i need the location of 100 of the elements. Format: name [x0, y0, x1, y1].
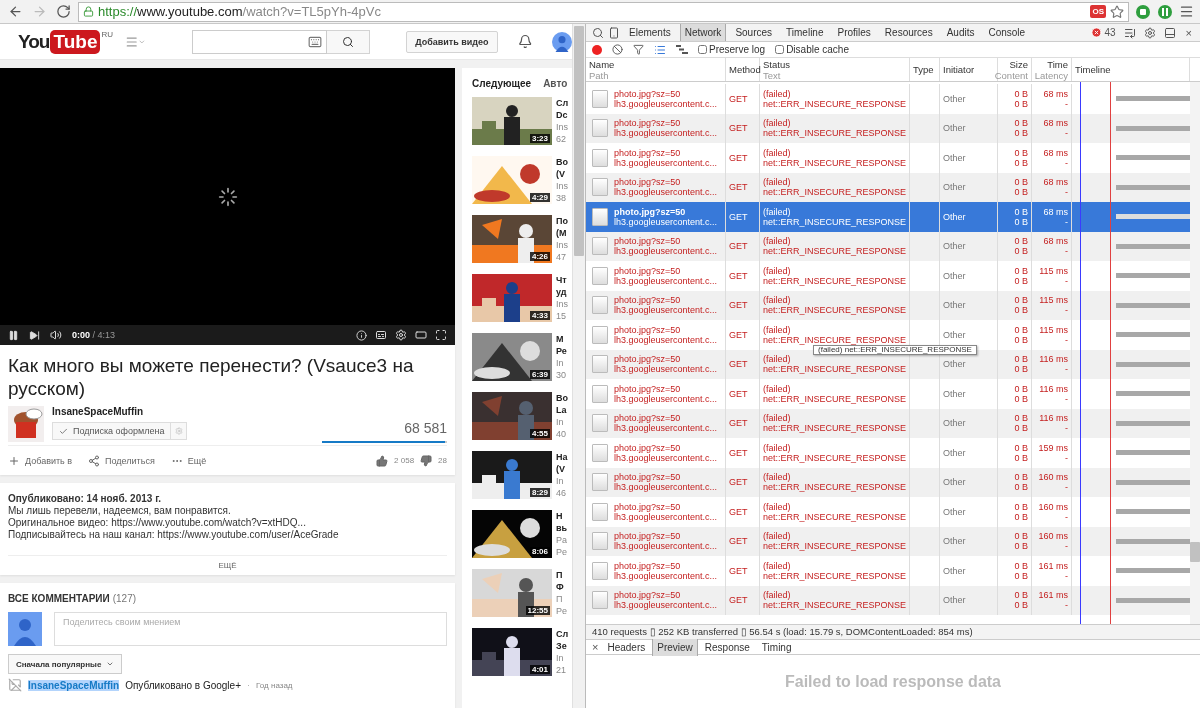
device-icon[interactable] — [608, 26, 620, 39]
subscribe-button[interactable]: Подписка оформлена — [52, 422, 172, 440]
request-row[interactable]: photo.jpg?sz=50 lh3.googleusercontent.c... GET (failed) net::ERR_INSECURE_RESPONSE Other 0 B 0 B 68 ms - — [586, 231, 1190, 261]
record-button[interactable] — [592, 44, 602, 55]
cell-text: lh3.googleusercontent.c... — [614, 393, 718, 404]
video-title[interactable]: По — [556, 215, 568, 227]
panel-icon[interactable] — [1163, 26, 1176, 39]
action-button[interactable]: Ещё — [170, 454, 207, 467]
video-title[interactable]: Dc — [556, 109, 569, 121]
star-icon[interactable] — [1110, 4, 1124, 19]
video-title[interactable]: На — [556, 451, 568, 463]
video-title[interactable]: Во — [556, 156, 568, 168]
video-title[interactable]: Сл — [556, 97, 569, 109]
request-row[interactable]: photo.jpg?sz=50 lh3.googleusercontent.c... GET (failed) net::ERR_INSECURE_RESPONSE Other 0 B 0 B 68 ms - — [586, 172, 1190, 202]
search-button[interactable] — [326, 29, 371, 54]
filter-icon[interactable] — [633, 44, 644, 55]
video-title[interactable]: Сл — [556, 628, 569, 640]
search-icon[interactable] — [592, 26, 604, 39]
request-row[interactable]: photo.jpg?sz=50 lh3.googleusercontent.c... GET (failed) net::ERR_INSECURE_RESPONSE Other 0 B 0 B 160 ms - — [586, 526, 1190, 556]
video-title[interactable]: (M — [556, 227, 568, 239]
video-title[interactable]: вь — [556, 522, 568, 534]
checkbox-label[interactable]: Disable cache — [775, 44, 849, 55]
scrollbar[interactable] — [572, 24, 585, 708]
list-icon[interactable] — [1123, 26, 1136, 39]
devtools-tab[interactable]: Network — [679, 24, 727, 41]
address-field[interactable]: https://www.youtube.com/watch?v=TL5pYh-4pVc OS — [78, 1, 1129, 22]
settings-icon[interactable] — [1143, 26, 1156, 39]
reload-icon[interactable] — [54, 2, 72, 21]
duration-badge: 4:29 — [530, 193, 550, 202]
thumbs-up-icon[interactable] — [376, 454, 389, 467]
action-button[interactable]: Поделиться — [88, 454, 155, 467]
devtools-tab[interactable]: Resources — [879, 24, 938, 41]
extension-icon[interactable] — [1157, 3, 1173, 20]
video-title[interactable]: Зе — [556, 640, 569, 652]
video-title[interactable]: М — [556, 333, 567, 345]
close-button[interactable]: × — [590, 641, 601, 653]
column-header[interactable]: Size — [1009, 58, 1028, 70]
thumbs-down-icon[interactable] — [420, 454, 433, 467]
detail-tab[interactable]: Headers — [602, 638, 651, 656]
list-view-button[interactable] — [654, 43, 666, 56]
volume-icon[interactable] — [50, 329, 62, 341]
scrollbar[interactable] — [1190, 82, 1200, 624]
column-header[interactable]: Status — [763, 58, 790, 70]
video-title[interactable]: (V — [556, 463, 568, 475]
sort-button[interactable]: Сначала популярные — [8, 654, 123, 674]
video-title[interactable]: Чт — [556, 274, 568, 286]
video-title[interactable]: Н — [556, 510, 568, 522]
keyboard-icon[interactable] — [307, 34, 322, 49]
column-header[interactable]: Name — [589, 58, 615, 70]
theater-icon[interactable] — [415, 329, 427, 341]
captions-icon[interactable] — [375, 329, 387, 341]
checkbox-label[interactable]: Preserve log — [698, 44, 766, 55]
request-row[interactable]: photo.jpg?sz=50 lh3.googleusercontent.c... GET (failed) net::ERR_INSECURE_RESPONSE Other 0 B 0 B 116 ms - — [586, 408, 1190, 438]
video-title[interactable]: Ф — [556, 581, 567, 593]
request-row[interactable]: photo.jpg?sz=50 lh3.googleusercontent.c... GET (failed) net::ERR_INSECURE_RESPONSE Other 0 B 0 B 160 ms - — [586, 467, 1190, 497]
devtools-tab[interactable]: Profiles — [832, 24, 876, 41]
comment-field[interactable]: Поделитесь своим мнением — [54, 612, 447, 646]
channel-name[interactable]: InsaneSpaceMuffin — [52, 406, 188, 417]
detail-tab[interactable]: Timing — [756, 638, 797, 656]
devtools-tab[interactable]: Timeline — [781, 24, 829, 41]
checkbox[interactable] — [698, 45, 707, 54]
column-header[interactable]: Initiator — [943, 64, 975, 75]
video-title[interactable]: П — [556, 569, 567, 581]
video-title[interactable]: Во — [556, 392, 568, 404]
table-cell: GET — [729, 447, 748, 458]
extension-icon[interactable] — [1135, 3, 1151, 20]
request-row[interactable]: photo.jpg?sz=50 lh3.googleusercontent.c... GET (failed) net::ERR_INSECURE_RESPONSE Other 0 B 0 B 161 ms - — [586, 585, 1190, 615]
devtools-tab[interactable]: Console — [983, 24, 1031, 41]
video-title[interactable]: (V — [556, 168, 568, 180]
column-header[interactable]: Method — [729, 64, 761, 75]
info-icon[interactable] — [356, 329, 367, 341]
menu-icon[interactable] — [1179, 4, 1194, 19]
search-field[interactable] — [192, 29, 327, 54]
clear-icon[interactable] — [612, 44, 623, 55]
close-button[interactable]: × — [1183, 26, 1194, 39]
bell-icon[interactable] — [517, 34, 532, 49]
video-title[interactable]: La — [556, 404, 568, 416]
extension-badge[interactable]: OS — [1090, 5, 1106, 18]
more-button[interactable]: ЕЩЁ — [8, 555, 447, 575]
video-title[interactable]: Ре — [556, 345, 567, 357]
request-row[interactable]: photo.jpg?sz=50 lh3.googleusercontent.c... GET (failed) net::ERR_INSECURE_RESPONSE Other 0 B 0 B 68 ms - — [586, 113, 1190, 143]
next-icon[interactable] — [29, 329, 40, 341]
devtools-tab[interactable]: Audits — [941, 24, 980, 41]
action-button[interactable]: Добавить в — [8, 454, 73, 467]
detail-tab[interactable]: Response — [699, 638, 755, 656]
settings-toggle[interactable] — [171, 422, 188, 440]
file-icon — [592, 325, 608, 344]
fullscreen-icon[interactable] — [435, 329, 447, 341]
column-header[interactable]: Time — [1047, 58, 1068, 70]
checkbox[interactable] — [775, 45, 785, 54]
upload-button[interactable]: Добавить видео — [406, 30, 498, 53]
request-row[interactable]: photo.jpg?sz=50 lh3.googleusercontent.c... GET (failed) net::ERR_INSECURE_RESPONSE Other 0 B 0 B 68 ms - — [586, 202, 1190, 232]
request-row[interactable]: photo.jpg?sz=50 lh3.googleusercontent.c... GET (failed) net::ERR_INSECURE_RESPONSE Other 0 B 0 B 115 ms - — [586, 290, 1190, 320]
video-title[interactable]: уд — [556, 286, 568, 298]
devtools-tab[interactable]: Sources — [730, 24, 778, 41]
waterfall-icon[interactable] — [676, 45, 688, 54]
column-header[interactable]: Timeline — [1075, 64, 1111, 75]
column-header[interactable]: Type — [913, 64, 934, 75]
pause-icon[interactable] — [8, 329, 19, 341]
devtools-tab[interactable]: Elements — [624, 24, 676, 41]
